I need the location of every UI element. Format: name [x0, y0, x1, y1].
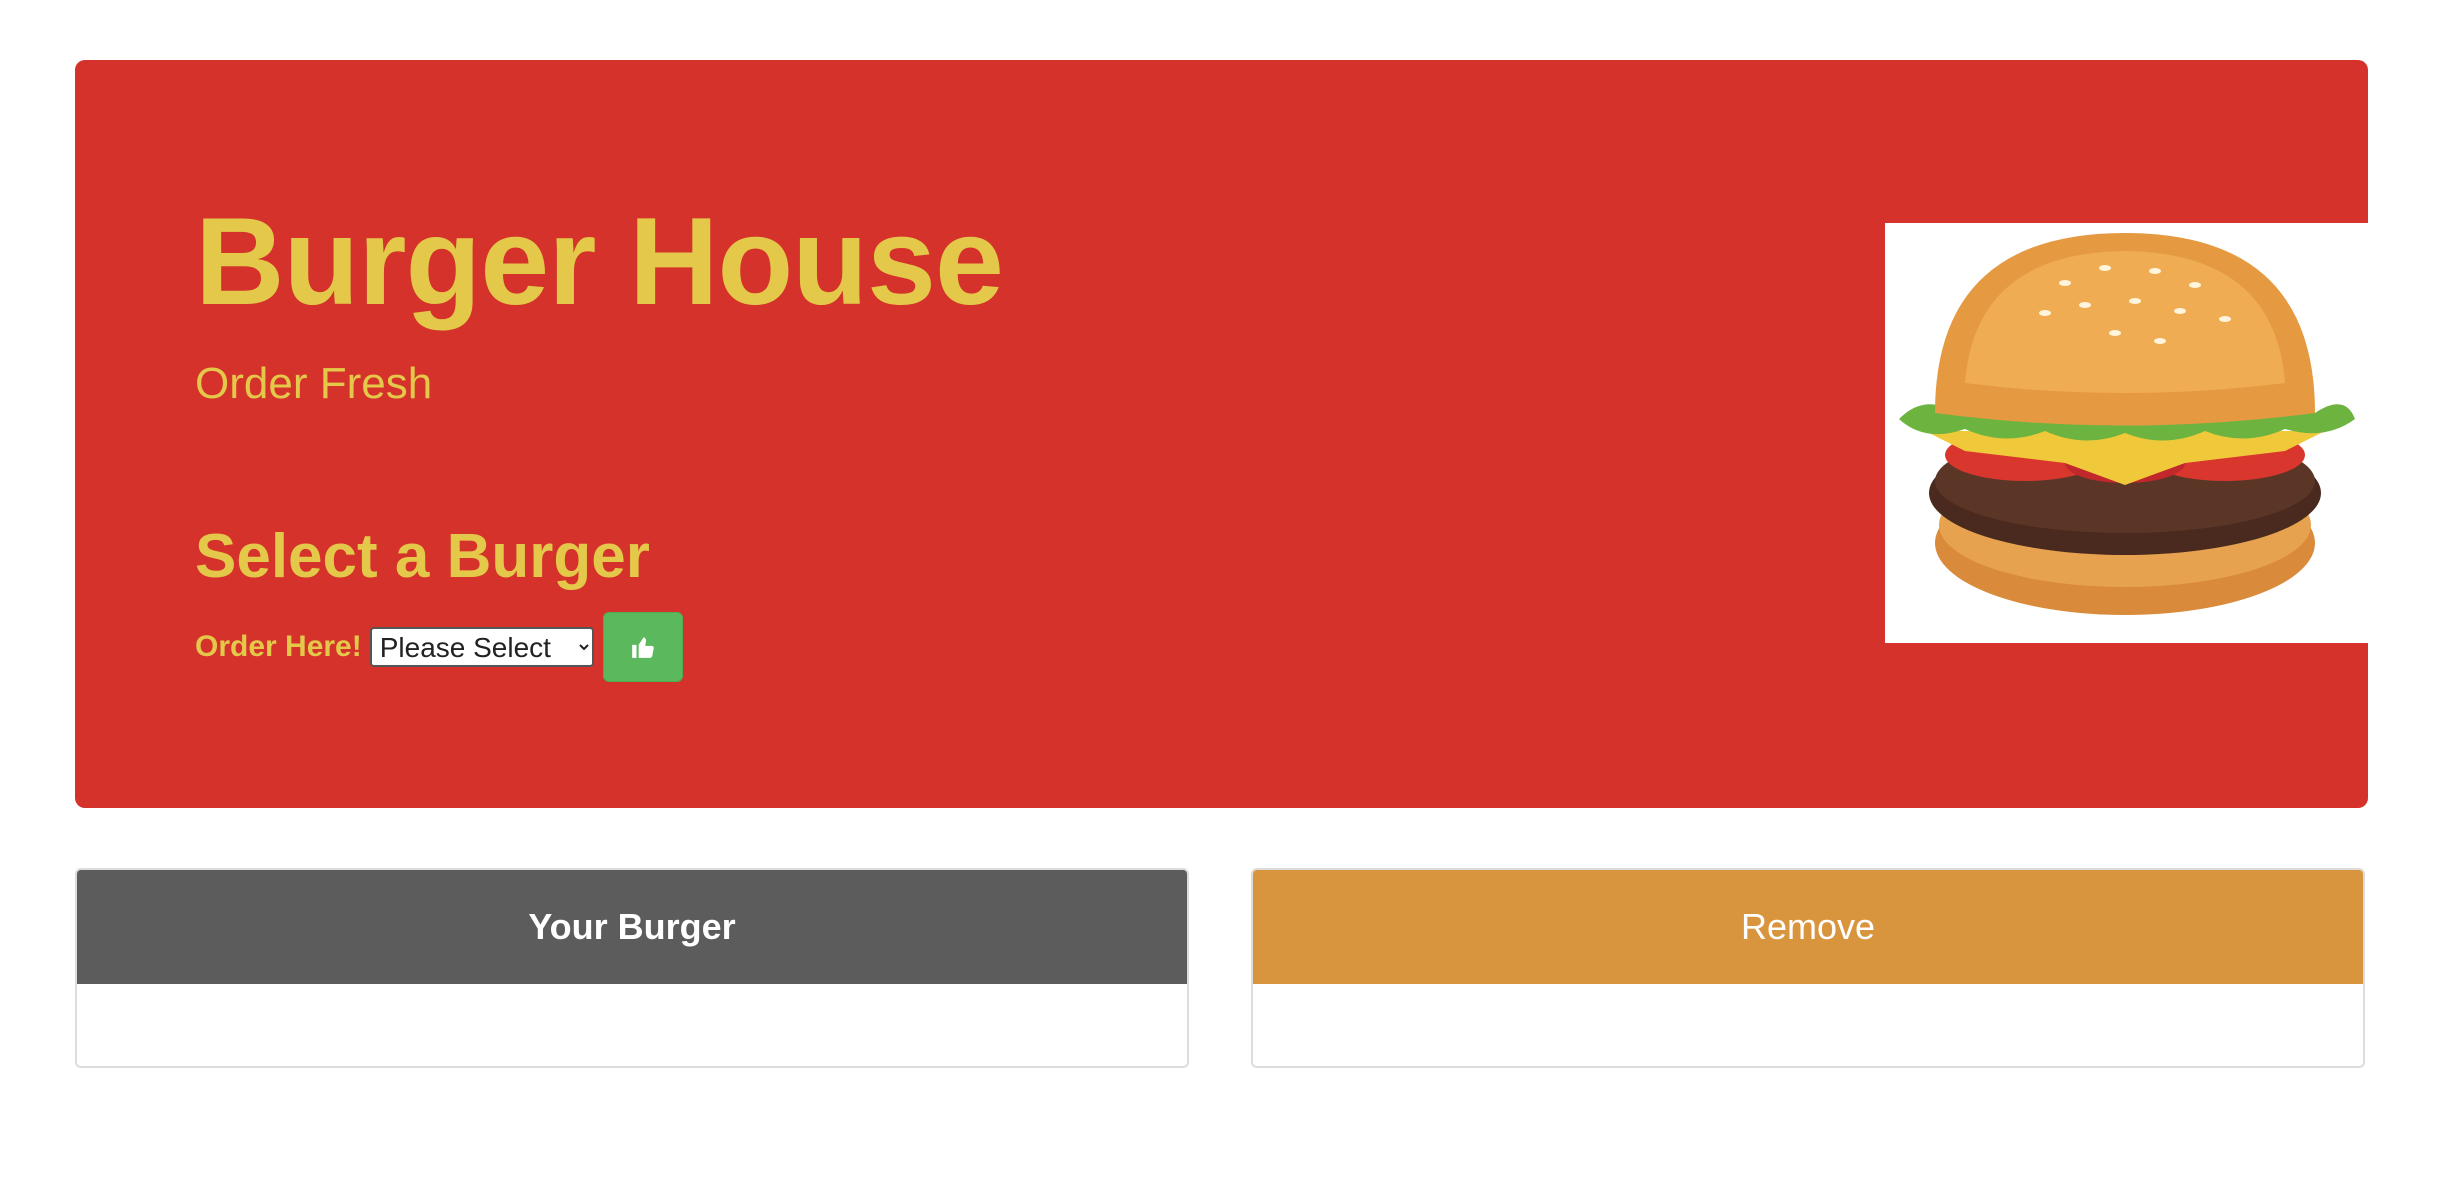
remove-header: Remove — [1253, 870, 2363, 984]
order-label: Order Here! — [195, 630, 362, 663]
order-form: Order Here! Please Select — [195, 612, 683, 682]
your-burger-panel: Your Burger — [75, 868, 1189, 1068]
select-heading: Select a Burger — [195, 522, 650, 591]
hero-banner: Burger House Order Fresh Select a Burger… — [75, 60, 2368, 808]
thumbs-up-icon — [631, 637, 654, 658]
burger-select[interactable]: Please Select — [369, 627, 594, 667]
burger-image — [1885, 223, 2368, 643]
remove-panel: Remove — [1251, 868, 2365, 1068]
your-burger-header: Your Burger — [77, 870, 1187, 984]
order-submit-button[interactable] — [602, 612, 683, 682]
page-title: Burger House — [195, 193, 1004, 331]
page-subtitle: Order Fresh — [195, 359, 433, 408]
